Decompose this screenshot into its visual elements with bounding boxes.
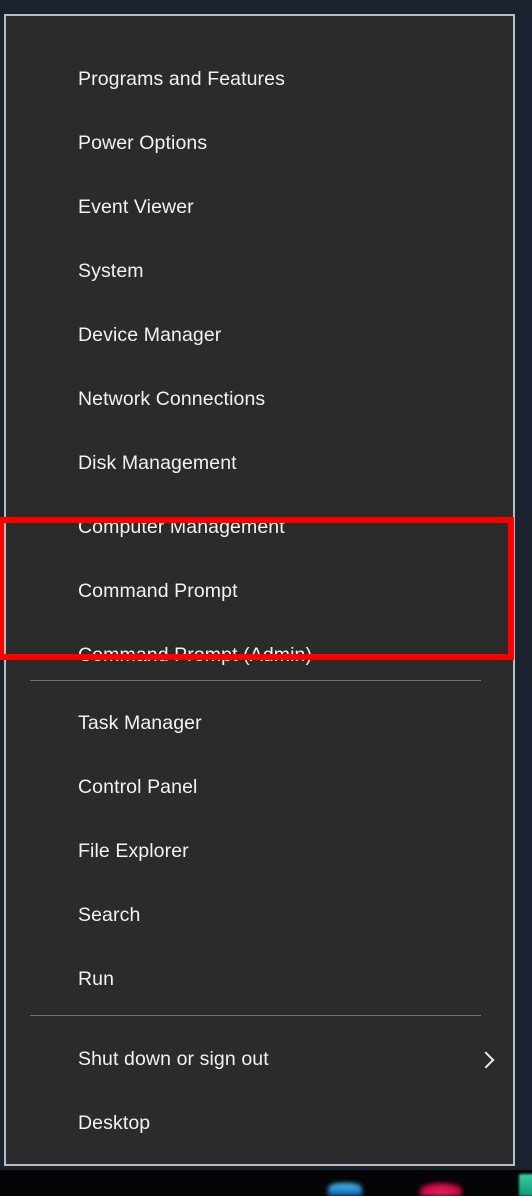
menu-item-label: Network Connections xyxy=(78,388,266,411)
menu-item-shut-down-or-sign-out[interactable]: Shut down or sign out xyxy=(6,1028,513,1092)
power-user-menu-list: Programs and Features Power Options Event … xyxy=(6,16,513,1164)
menu-item-label: Run xyxy=(78,968,115,991)
menu-item-system[interactable]: System xyxy=(6,240,513,304)
menu-item-power-options[interactable]: Power Options xyxy=(6,112,513,176)
menu-item-programs-and-features[interactable]: Programs and Features xyxy=(6,48,513,112)
menu-item-label: Task Manager xyxy=(78,712,202,735)
chevron-right-icon xyxy=(477,1051,495,1069)
menu-item-label: Command Prompt xyxy=(78,580,238,603)
menu-item-task-manager[interactable]: Task Manager xyxy=(6,692,513,756)
menu-item-command-prompt-admin[interactable]: Command Prompt (Admin) xyxy=(6,624,513,688)
menu-item-network-connections[interactable]: Network Connections xyxy=(6,368,513,432)
power-user-menu[interactable]: Programs and Features Power Options Event … xyxy=(4,14,515,1166)
menu-item-label: Computer Management xyxy=(78,516,285,539)
menu-item-device-manager[interactable]: Device Manager xyxy=(6,304,513,368)
menu-item-label: Shut down or sign out xyxy=(78,1048,269,1071)
menu-item-desktop[interactable]: Desktop xyxy=(6,1092,513,1156)
menu-item-label: Control Panel xyxy=(78,776,198,799)
menu-item-label: File Explorer xyxy=(78,840,189,863)
taskbar[interactable] xyxy=(0,1170,532,1196)
green-app-taskbar-icon[interactable] xyxy=(519,1174,532,1196)
menu-item-label: Device Manager xyxy=(78,324,222,347)
menu-item-event-viewer[interactable]: Event Viewer xyxy=(6,176,513,240)
store-taskbar-icon[interactable] xyxy=(420,1183,462,1196)
menu-item-control-panel[interactable]: Control Panel xyxy=(6,756,513,820)
separator-after-run xyxy=(30,1015,481,1016)
menu-item-label: Power Options xyxy=(78,132,208,155)
menu-item-label: Disk Management xyxy=(78,452,237,475)
edge-taskbar-icon[interactable] xyxy=(328,1183,362,1196)
menu-item-label: System xyxy=(78,260,144,283)
menu-item-command-prompt[interactable]: Command Prompt xyxy=(6,560,513,624)
menu-item-run[interactable]: Run xyxy=(6,948,513,1012)
menu-item-file-explorer[interactable]: File Explorer xyxy=(6,820,513,884)
menu-item-label: Search xyxy=(78,904,141,927)
menu-item-label: Desktop xyxy=(78,1112,151,1135)
menu-item-disk-management[interactable]: Disk Management xyxy=(6,432,513,496)
menu-item-label: Command Prompt (Admin) xyxy=(78,644,313,667)
menu-item-label: Programs and Features xyxy=(78,68,285,91)
menu-item-label: Event Viewer xyxy=(78,196,194,219)
menu-item-computer-management[interactable]: Computer Management xyxy=(6,496,513,560)
desktop-screen: Programs and Features Power Options Event … xyxy=(0,0,532,1196)
menu-item-search[interactable]: Search xyxy=(6,884,513,948)
